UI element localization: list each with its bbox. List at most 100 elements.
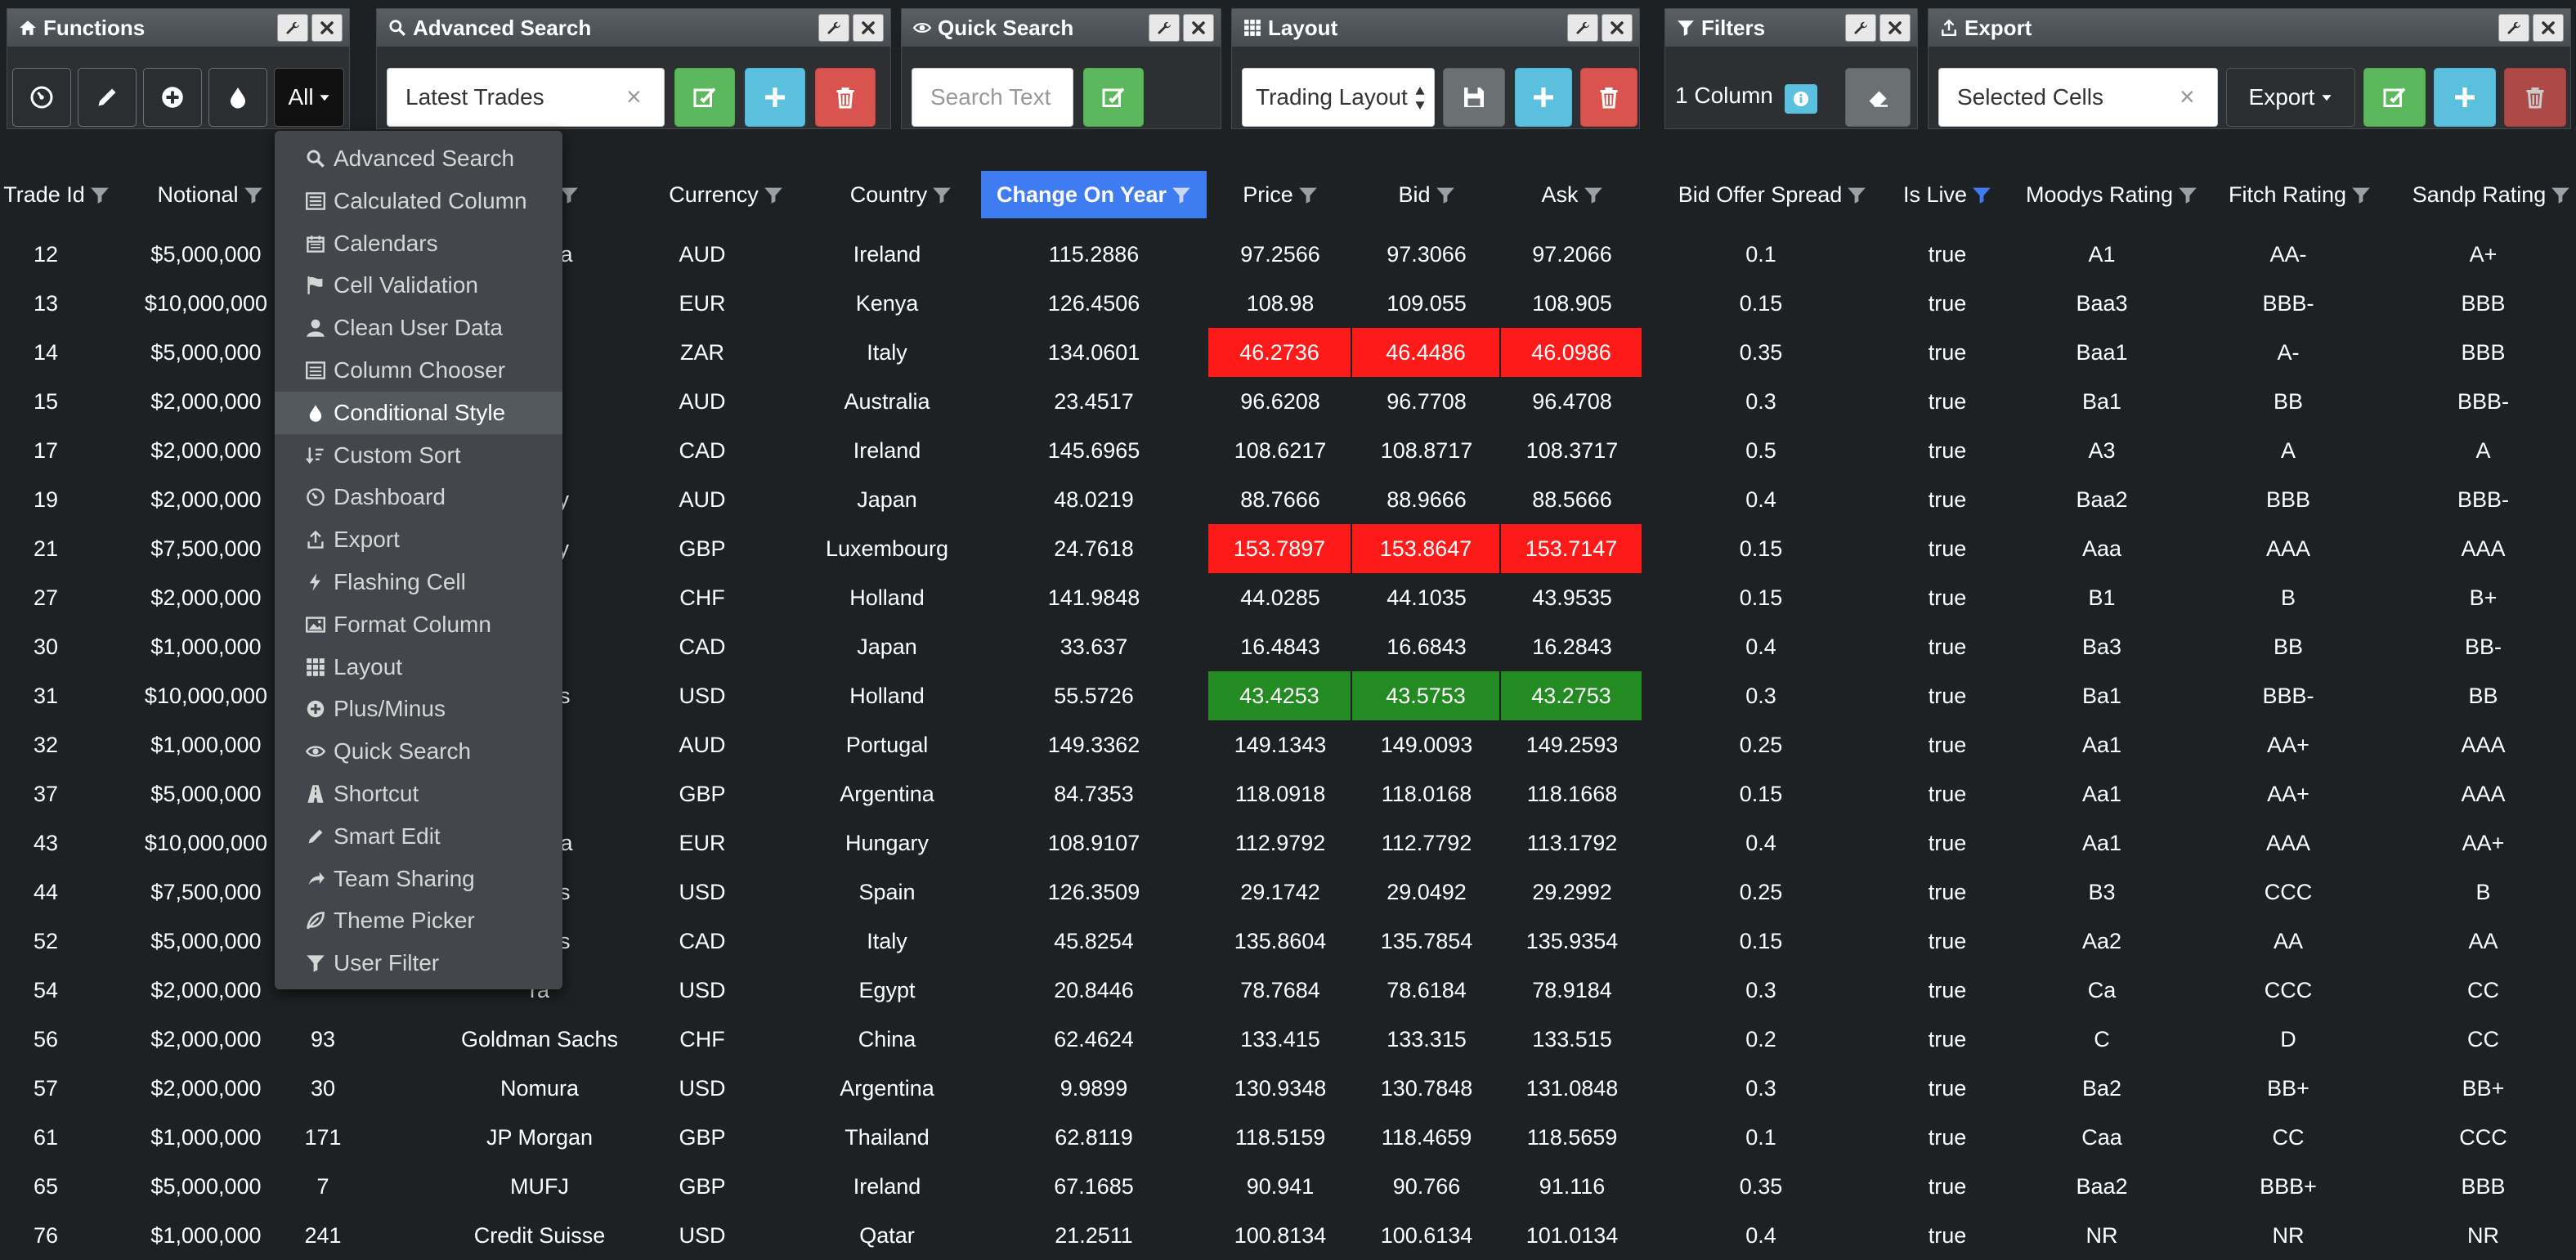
column-header-bid-offer-spread[interactable]: Bid Offer Spread: [1668, 171, 1877, 218]
cell-change-on-year[interactable]: 149.3362: [981, 720, 1207, 769]
cell-trade-id[interactable]: 52: [0, 917, 92, 966]
cell-count[interactable]: 30: [280, 1064, 366, 1113]
cell-price[interactable]: 130.9348: [1208, 1064, 1352, 1113]
cell-sandp-rating[interactable]: AAA: [2390, 769, 2576, 818]
cell-change-on-year[interactable]: 23.4517: [981, 377, 1207, 426]
cell-trade-id[interactable]: 19: [0, 475, 92, 524]
all-functions-dropdown[interactable]: All: [274, 68, 344, 127]
dashboard-button[interactable]: [12, 68, 71, 127]
cell-fitch-rating[interactable]: BBB-: [2186, 279, 2390, 328]
cell-fitch-rating[interactable]: AAA: [2186, 524, 2390, 573]
cell-notional[interactable]: $5,000,000: [132, 917, 280, 966]
cell-ask[interactable]: 43.2753: [1501, 671, 1643, 720]
cell-count[interactable]: 241: [280, 1211, 366, 1260]
column-header-notional[interactable]: Notional: [132, 171, 288, 218]
cell-currency[interactable]: AUD: [629, 720, 775, 769]
menu-item-plus-minus[interactable]: Plus/Minus: [275, 688, 562, 730]
cell-bid[interactable]: 43.5753: [1352, 671, 1501, 720]
cell-currency[interactable]: ZAR: [629, 328, 775, 377]
filter-icon[interactable]: [1972, 185, 1991, 204]
cell-bid[interactable]: 16.6843: [1352, 622, 1501, 671]
cell-moodys-rating[interactable]: Aa1: [2018, 720, 2186, 769]
cell-currency[interactable]: GBP: [629, 1113, 775, 1162]
filter-icon[interactable]: [764, 185, 783, 204]
cell-ask[interactable]: 149.2593: [1501, 720, 1643, 769]
cell-bid[interactable]: 44.1035: [1352, 573, 1501, 622]
cell-bid-offer-spread[interactable]: 0.15: [1645, 524, 1877, 573]
plus-minus-button[interactable]: [143, 68, 202, 127]
advanced-search-delete-button[interactable]: [815, 68, 876, 127]
cell-trade-id[interactable]: 15: [0, 377, 92, 426]
column-header-change-on-year[interactable]: Change On Year: [981, 171, 1207, 218]
cell-bid[interactable]: 96.7708: [1352, 377, 1501, 426]
cell-country[interactable]: Kenya: [806, 279, 968, 328]
cell-trade-id[interactable]: 61: [0, 1113, 92, 1162]
cell-sandp-rating[interactable]: B+: [2390, 573, 2576, 622]
cell-moodys-rating[interactable]: Ca: [2018, 966, 2186, 1015]
cell-is-live[interactable]: true: [1877, 230, 2018, 279]
clear-filters-button[interactable]: [1845, 68, 1911, 127]
cell-bid-offer-spread[interactable]: 0.25: [1645, 868, 1877, 917]
cell-price[interactable]: 46.2736: [1208, 328, 1352, 377]
filter-icon[interactable]: [1847, 185, 1866, 204]
cell-moodys-rating[interactable]: B1: [2018, 573, 2186, 622]
cell-change-on-year[interactable]: 24.7618: [981, 524, 1207, 573]
cell-change-on-year[interactable]: 45.8254: [981, 917, 1207, 966]
cell-country[interactable]: Holland: [806, 573, 968, 622]
cell-sandp-rating[interactable]: CC: [2390, 966, 2576, 1015]
column-header-bid[interactable]: Bid: [1352, 171, 1501, 218]
layout-select[interactable]: Trading Layout: [1242, 68, 1435, 127]
cell-is-live[interactable]: true: [1877, 524, 2018, 573]
column-header-sandp-rating[interactable]: Sandp Rating: [2407, 171, 2576, 218]
layout-close-button[interactable]: [1602, 14, 1633, 42]
cell-fitch-rating[interactable]: CC: [2186, 1113, 2390, 1162]
cell-trade-id[interactable]: 43: [0, 818, 92, 868]
cell-ask[interactable]: 43.9535: [1501, 573, 1643, 622]
cell-trade-id[interactable]: 30: [0, 622, 92, 671]
cell-bid-offer-spread[interactable]: 0.35: [1645, 328, 1877, 377]
cell-bid[interactable]: 78.6184: [1352, 966, 1501, 1015]
cell-country[interactable]: Japan: [806, 622, 968, 671]
cell-country[interactable]: Italy: [806, 328, 968, 377]
cell-ask[interactable]: 16.2843: [1501, 622, 1643, 671]
export-configure-button[interactable]: [2498, 14, 2529, 42]
cell-notional[interactable]: $2,000,000: [132, 1015, 280, 1064]
filter-icon[interactable]: [2551, 185, 2570, 204]
cell-fitch-rating[interactable]: AA+: [2186, 769, 2390, 818]
cell-sandp-rating[interactable]: BBB-: [2390, 377, 2576, 426]
cell-bid[interactable]: 153.8647: [1352, 524, 1501, 573]
menu-item-shortcut[interactable]: Shortcut: [275, 773, 562, 815]
column-header-price[interactable]: Price: [1208, 171, 1352, 218]
cell-notional[interactable]: $2,000,000: [132, 426, 280, 475]
export-dropdown-button[interactable]: Export: [2226, 68, 2355, 127]
cell-is-live[interactable]: true: [1877, 818, 2018, 868]
cell-moodys-rating[interactable]: Ba3: [2018, 622, 2186, 671]
cell-currency[interactable]: CAD: [629, 622, 775, 671]
cell-bid-offer-spread[interactable]: 0.1: [1645, 230, 1877, 279]
column-header-ask[interactable]: Ask: [1501, 171, 1643, 218]
cell-price[interactable]: 29.1742: [1208, 868, 1352, 917]
cell-change-on-year[interactable]: 33.637: [981, 622, 1207, 671]
cell-ask[interactable]: 113.1792: [1501, 818, 1643, 868]
cell-notional[interactable]: $1,000,000: [132, 622, 280, 671]
cell-trade-id[interactable]: 56: [0, 1015, 92, 1064]
cell-change-on-year[interactable]: 126.3509: [981, 868, 1207, 917]
cell-is-live[interactable]: true: [1877, 1015, 2018, 1064]
cell-moodys-rating[interactable]: Aa2: [2018, 917, 2186, 966]
cell-bid-offer-spread[interactable]: 0.15: [1645, 917, 1877, 966]
menu-item-cell-validation[interactable]: Cell Validation: [275, 264, 562, 307]
cell-is-live[interactable]: true: [1877, 966, 2018, 1015]
cell-price[interactable]: 118.0918: [1208, 769, 1352, 818]
cell-trade-id[interactable]: 31: [0, 671, 92, 720]
functions-configure-button[interactable]: [277, 14, 308, 42]
cell-bid-offer-spread[interactable]: 0.3: [1645, 377, 1877, 426]
cell-trade-id[interactable]: 32: [0, 720, 92, 769]
table-row[interactable]: 76 $1,000,000 241 Credit Suisse USD Qatar 21.2…: [0, 1211, 2576, 1260]
cell-bid-offer-spread[interactable]: 0.3: [1645, 1064, 1877, 1113]
export-close-button[interactable]: [2533, 14, 2564, 42]
cell-currency[interactable]: AUD: [629, 475, 775, 524]
cell-sandp-rating[interactable]: AAA: [2390, 720, 2576, 769]
cell-moodys-rating[interactable]: Aaa: [2018, 524, 2186, 573]
advanced-search-close-button[interactable]: [853, 14, 884, 42]
filters-configure-button[interactable]: [1845, 14, 1876, 42]
